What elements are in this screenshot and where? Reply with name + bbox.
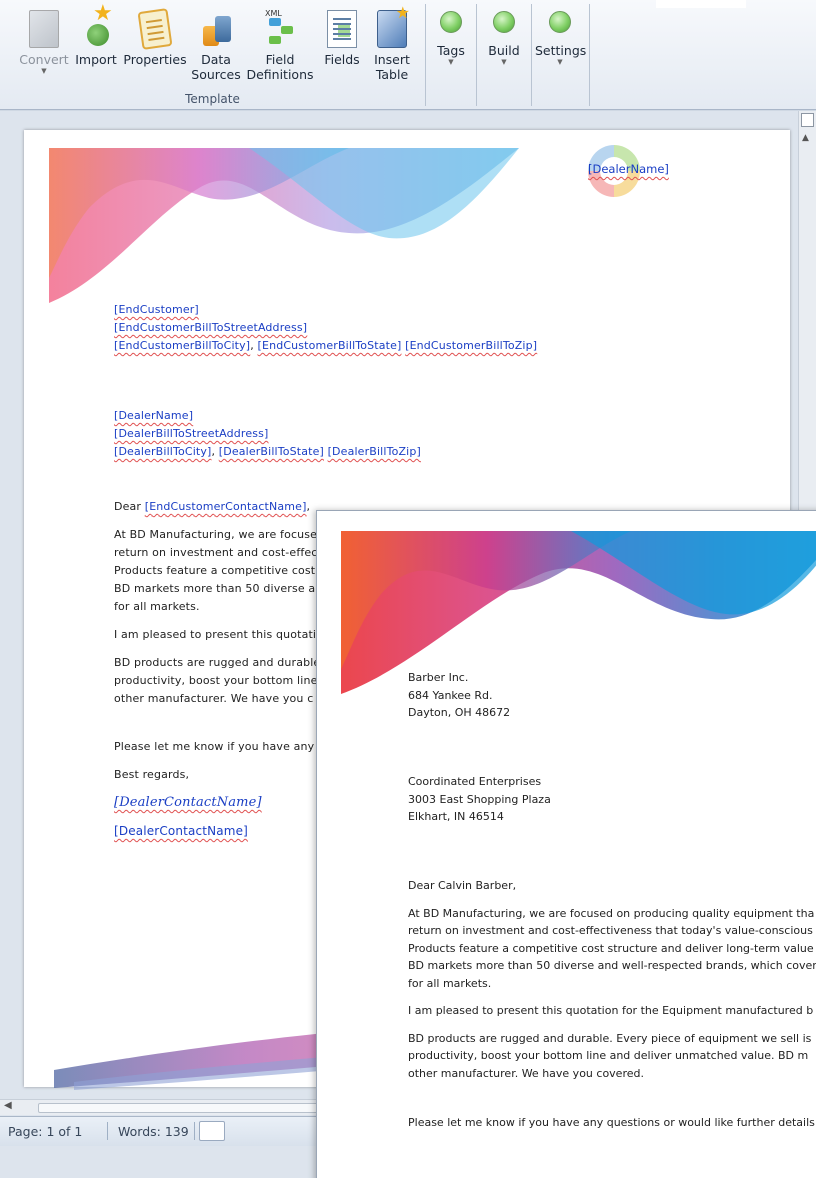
status-divider xyxy=(194,1122,195,1140)
closing-line: Please let me know if you have any c xyxy=(114,740,325,753)
template-group-label: Template xyxy=(185,92,240,106)
tags-button[interactable]: Tags ▼ xyxy=(432,8,470,66)
view-ruler-icon[interactable] xyxy=(801,113,814,127)
tags-status-icon xyxy=(440,11,462,33)
settings-status-icon xyxy=(549,11,571,33)
preview-customer-name: Barber Inc. xyxy=(408,671,469,684)
regards-line: Best regards, xyxy=(114,768,190,781)
build-dropdown-arrow-icon: ▼ xyxy=(501,58,507,66)
field-definitions-button[interactable]: XML Field Definitions xyxy=(244,6,316,82)
settings-button[interactable]: Settings ▼ xyxy=(535,8,587,66)
fields-button[interactable]: Fields xyxy=(320,6,364,67)
header-wave-graphic xyxy=(49,148,519,303)
preview-dealer-street: 3003 East Shopping Plaza xyxy=(408,792,551,806)
dealer-address-block: [DealerName] [DealerBillToStreetAddress]… xyxy=(114,407,421,461)
signature-name-field[interactable]: [DealerContactName] xyxy=(114,824,248,838)
import-button[interactable]: Import xyxy=(72,6,120,67)
page-count: Page: 1 of 1 xyxy=(8,1124,83,1139)
dealer-logo-field[interactable]: [DealerName] xyxy=(588,162,669,176)
data-sources-button[interactable]: Data Sources xyxy=(190,6,242,82)
ribbon-separator xyxy=(531,4,532,106)
insert-table-button[interactable]: Insert Table xyxy=(368,5,416,82)
tags-dropdown-arrow-icon: ▼ xyxy=(448,58,454,66)
settings-dropdown-arrow-icon: ▼ xyxy=(557,58,563,66)
preview-paragraph-1: At BD Manufacturing, we are focused on p… xyxy=(408,906,816,990)
import-icon xyxy=(81,6,113,48)
build-label: Build xyxy=(488,43,520,58)
paragraph-3: BD products are rugged and durable produ… xyxy=(114,656,321,705)
ribbon-separator xyxy=(589,4,590,106)
dealer-zip-field[interactable]: [DealerBillToZip] xyxy=(328,445,421,458)
data-sources-icon xyxy=(201,10,231,48)
convert-icon xyxy=(29,10,59,48)
end-customer-state-field[interactable]: [EndCustomerBillToState] xyxy=(258,339,402,352)
preview-customer-address: Barber Inc. 684 Yankee Rd. Dayton, OH 48… xyxy=(408,669,510,722)
build-status-icon xyxy=(493,11,515,33)
tags-label: Tags xyxy=(437,43,465,58)
preview-dealer-address: Coordinated Enterprises 3003 East Shoppi… xyxy=(408,773,551,826)
preview-paragraph-3: BD products are rugged and durable. Ever… xyxy=(408,1031,812,1080)
horizontal-scrollbar[interactable]: ◀ xyxy=(0,1099,330,1115)
import-label: Import xyxy=(75,52,117,67)
data-sources-label-1: Data xyxy=(201,52,231,67)
dealer-state-field[interactable]: [DealerBillToState] xyxy=(219,445,324,458)
signature-script-field[interactable]: [DealerContactName] xyxy=(114,795,262,810)
paragraph-1: At BD Manufacturing, we are focuse retur… xyxy=(114,528,320,613)
paragraph-2: I am pleased to present this quotati xyxy=(114,628,317,641)
letter-body: Dear [EndCustomerContactName], At BD Man… xyxy=(114,498,324,851)
status-bar: Page: 1 of 1 Words: 139 xyxy=(0,1116,330,1146)
insert-table-label-1: Insert xyxy=(374,52,410,67)
contact-name-field[interactable]: [EndCustomerContactName] xyxy=(145,500,307,513)
customer-address-block: [EndCustomer] [EndCustomerBillToStreetAd… xyxy=(114,301,537,355)
separator-text: , xyxy=(250,339,258,352)
end-customer-field[interactable]: [EndCustomer] xyxy=(114,303,199,316)
insert-table-label-2: Table xyxy=(375,67,409,82)
fields-label: Fields xyxy=(324,52,360,67)
preview-greeting: Dear Calvin Barber, xyxy=(408,879,517,892)
insert-table-icon xyxy=(377,5,410,48)
ribbon: Convert ▼ Import Properties Data Sources… xyxy=(0,0,816,110)
preview-dealer-city: Elkhart, IN 46514 xyxy=(408,810,504,823)
separator-text: , xyxy=(211,445,219,458)
word-count: Words: 139 xyxy=(118,1124,189,1139)
convert-label: Convert xyxy=(19,52,69,67)
dealer-street-field[interactable]: [DealerBillToStreetAddress] xyxy=(114,427,268,440)
properties-icon xyxy=(137,8,173,50)
preview-paragraph-2: I am pleased to present this quotation f… xyxy=(408,1004,814,1017)
field-definitions-label-2: Definitions xyxy=(246,67,314,82)
convert-dropdown-arrow-icon: ▼ xyxy=(41,67,47,75)
end-customer-zip-field[interactable]: [EndCustomerBillToZip] xyxy=(405,339,537,352)
preview-letter-body: Dear Calvin Barber, At BD Manufacturing,… xyxy=(408,877,816,1142)
preview-dealer-name: Coordinated Enterprises xyxy=(408,775,542,788)
ribbon-title-gap xyxy=(656,0,746,8)
horizontal-scroll-thumb[interactable] xyxy=(38,1103,328,1113)
ribbon-separator xyxy=(425,4,426,106)
end-customer-city-field[interactable]: [EndCustomerBillToCity] xyxy=(114,339,250,352)
ribbon-separator xyxy=(476,4,477,106)
build-button[interactable]: Build ▼ xyxy=(483,8,525,66)
properties-label: Properties xyxy=(123,52,187,67)
status-divider xyxy=(107,1122,108,1140)
scroll-left-arrow-icon[interactable]: ◀ xyxy=(4,1100,12,1111)
generated-document-preview[interactable]: Barber Inc. 684 Yankee Rd. Dayton, OH 48… xyxy=(316,510,816,1178)
proofing-icon[interactable] xyxy=(199,1121,225,1141)
top-ruler xyxy=(0,111,816,125)
dealer-name-field[interactable]: [DealerName] xyxy=(114,409,193,422)
dealer-city-field[interactable]: [DealerBillToCity] xyxy=(114,445,211,458)
end-customer-street-field[interactable]: [EndCustomerBillToStreetAddress] xyxy=(114,321,307,334)
preview-closing-line: Please let me know if you have any quest… xyxy=(408,1116,815,1129)
properties-button[interactable]: Properties xyxy=(122,6,188,67)
scroll-up-arrow-icon[interactable]: ▲ xyxy=(802,133,809,143)
data-sources-label-2: Sources xyxy=(191,67,241,82)
preview-customer-street: 684 Yankee Rd. xyxy=(408,688,493,702)
greeting-line: Dear [EndCustomerContactName], xyxy=(114,500,311,513)
preview-customer-city: Dayton, OH 48672 xyxy=(408,706,511,719)
xml-field-definitions-icon: XML xyxy=(265,9,295,48)
settings-label: Settings xyxy=(535,43,587,58)
field-definitions-label-1: Field xyxy=(265,52,295,67)
fields-icon xyxy=(327,10,357,48)
convert-button[interactable]: Convert ▼ xyxy=(18,6,70,75)
